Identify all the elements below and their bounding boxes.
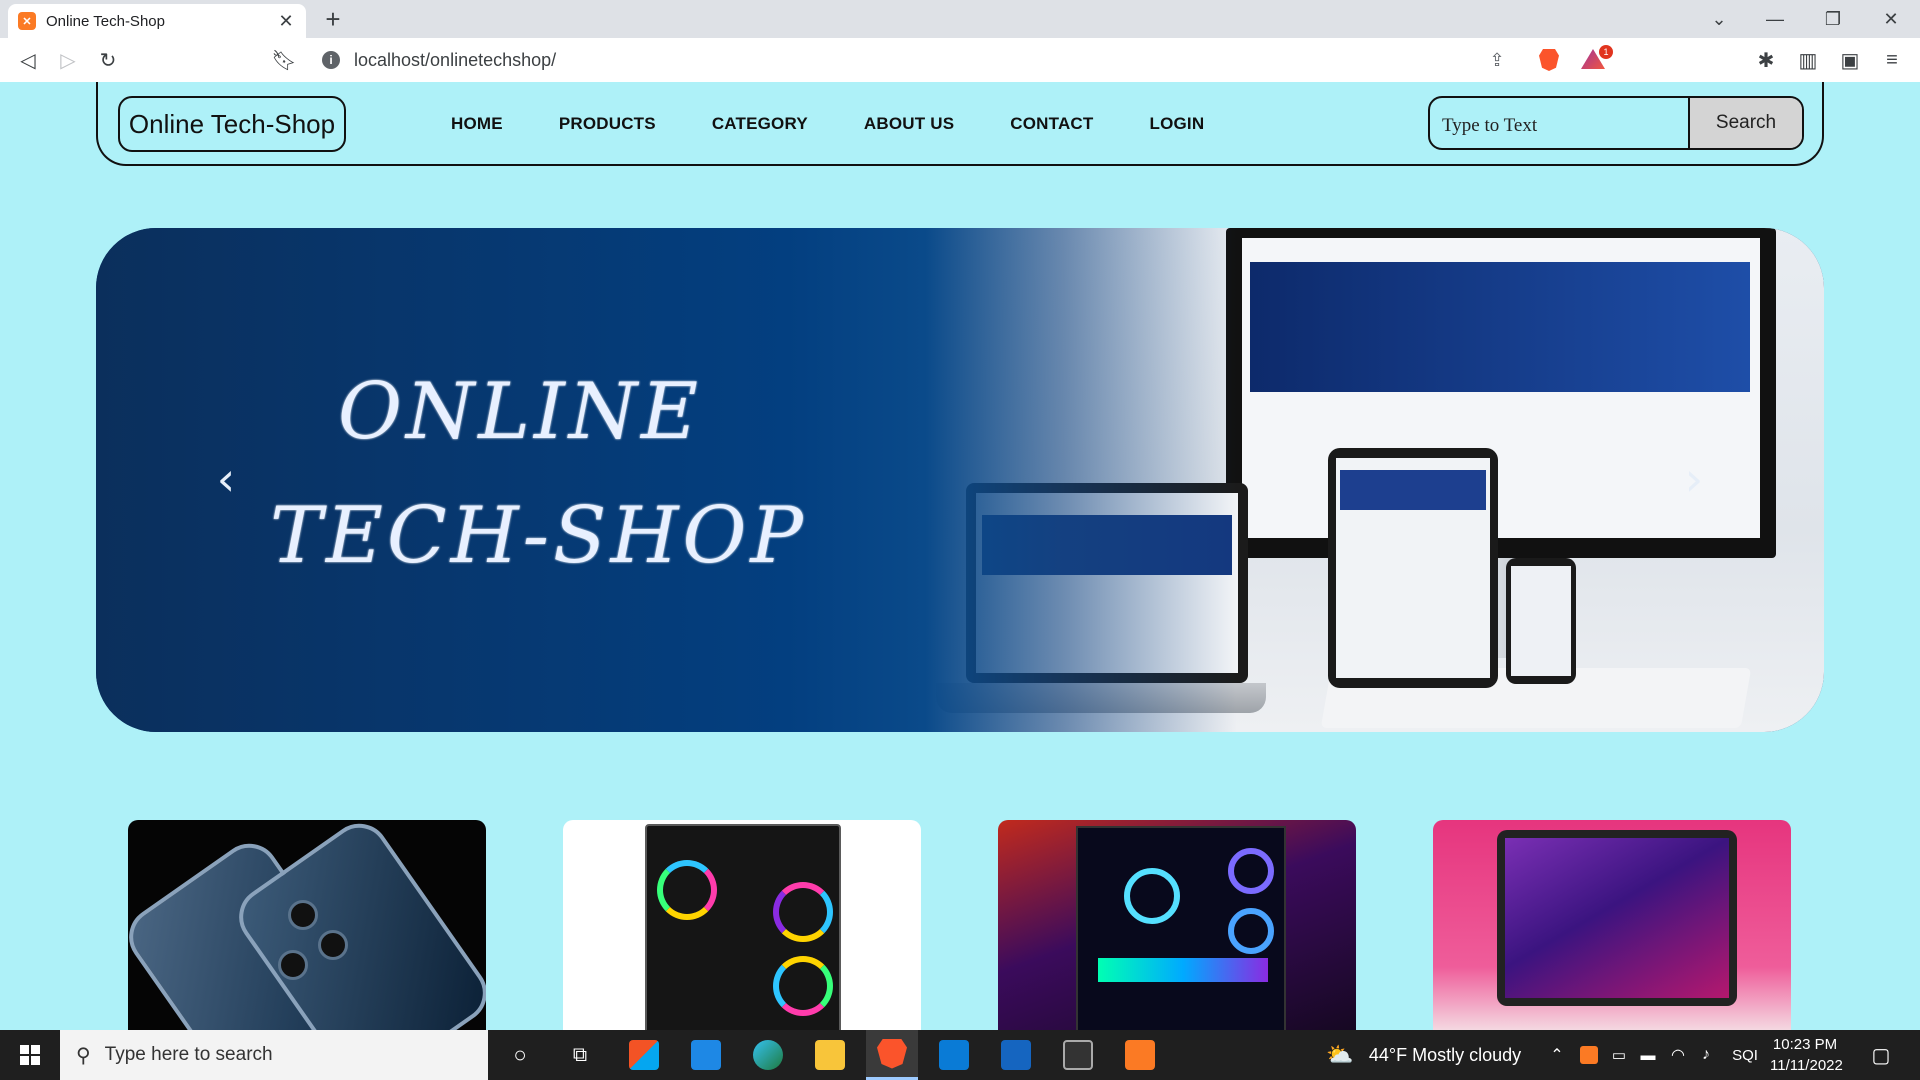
extensions-icon[interactable]: ✱ (1750, 44, 1782, 76)
share-icon[interactable]: ⇪ (1482, 42, 1512, 78)
brave-shields-icon[interactable] (1534, 42, 1564, 78)
notifications-icon[interactable]: ▢ (1858, 1030, 1904, 1080)
main-nav: HOME PRODUCTS CATEGORY ABOUT US CONTACT … (451, 114, 1204, 134)
clock[interactable]: 10:23 PM 11/11/2022 (1770, 1034, 1843, 1076)
cortana-icon[interactable]: ○ (500, 1030, 540, 1080)
search-icon: ⚲ (76, 1044, 91, 1067)
browser-tab[interactable]: ✕ Online Tech-Shop ✕ (8, 4, 306, 38)
meet-now-icon[interactable]: ▭ (1606, 1030, 1632, 1080)
url-text: localhost/onlinetechshop/ (354, 49, 557, 70)
nav-category[interactable]: CATEGORY (712, 114, 808, 134)
site-search: Search (1428, 96, 1804, 150)
browser-toolbar: ◁ ▷ ↻ 🔖︎ i localhost/onlinetechshop/ ⇪ 1… (0, 38, 1920, 82)
bookmark-icon[interactable]: 🔖︎ (268, 44, 300, 76)
address-bar[interactable]: i localhost/onlinetechshop/ ⇪ 1 (314, 42, 1613, 78)
clock-date: 11/11/2022 (1770, 1057, 1843, 1074)
browser-tab-bar: ✕ Online Tech-Shop ✕ + ⌄ — ❐ ✕ (0, 0, 1920, 38)
maximize-button[interactable]: ❐ (1806, 0, 1860, 38)
product-card-gaming-pc[interactable] (563, 820, 921, 1030)
carousel-next-icon[interactable]: › (1674, 452, 1714, 506)
search-input[interactable] (1430, 98, 1688, 148)
site-info-icon[interactable]: i (322, 51, 340, 69)
task-view-icon[interactable]: ⧉ (560, 1030, 600, 1080)
language-indicator[interactable]: SQI (1722, 1030, 1768, 1080)
mail-icon[interactable] (682, 1030, 730, 1080)
hero-title-line1: ONLINE (338, 367, 702, 457)
reload-icon[interactable]: ↻ (92, 44, 124, 76)
xampp-favicon-icon: ✕ (18, 12, 36, 30)
product-card-laptop[interactable] (1433, 820, 1791, 1030)
menu-icon[interactable]: ≡ (1876, 44, 1908, 76)
terminal-icon[interactable] (1054, 1030, 1102, 1080)
tray-chevron-icon[interactable]: ⌃ (1544, 1030, 1570, 1080)
product-card-rgb-pc[interactable] (998, 820, 1356, 1030)
carousel-prev-icon[interactable]: ‹ (206, 452, 246, 506)
taskbar: ⚲ Type here to search ○ ⧉ ⛅ 44°F Mostly … (0, 1030, 1920, 1080)
site-header: Online Tech-Shop HOME PRODUCTS CATEGORY … (96, 82, 1824, 166)
search-button[interactable]: Search (1688, 98, 1802, 148)
nav-products[interactable]: PRODUCTS (559, 114, 656, 134)
xampp-icon[interactable] (1116, 1030, 1164, 1080)
edge-icon[interactable] (744, 1030, 792, 1080)
taskbar-search[interactable]: ⚲ Type here to search (60, 1030, 488, 1080)
brave-taskbar-icon[interactable] (866, 1030, 918, 1080)
start-button[interactable] (0, 1030, 60, 1080)
forward-icon[interactable]: ▷ (52, 44, 84, 76)
nav-login[interactable]: LOGIN (1150, 114, 1205, 134)
back-icon[interactable]: ◁ (12, 44, 44, 76)
product-card-phone[interactable] (128, 820, 486, 1030)
tab-close-icon[interactable]: ✕ (276, 11, 296, 32)
new-tab-button[interactable]: + (318, 4, 348, 34)
nav-about-us[interactable]: ABOUT US (864, 114, 954, 134)
vscode-icon[interactable] (930, 1030, 978, 1080)
hero-title-line2: TECH-SHOP (270, 491, 807, 581)
nav-contact[interactable]: CONTACT (1010, 114, 1093, 134)
taskbar-search-placeholder: Type here to search (104, 1044, 273, 1065)
media-player-icon[interactable] (992, 1030, 1040, 1080)
tab-title: Online Tech-Shop (46, 12, 165, 30)
brave-rewards-icon[interactable]: 1 (1574, 42, 1614, 78)
battery-icon[interactable]: ▬ (1634, 1030, 1662, 1080)
wallet-icon[interactable]: ▣ (1834, 44, 1866, 76)
xampp-tray-icon[interactable] (1576, 1030, 1602, 1080)
sidebar-icon[interactable]: ▥ (1792, 44, 1824, 76)
site-logo[interactable]: Online Tech-Shop (118, 96, 346, 152)
weather-text[interactable]: 44°F Mostly cloudy (1362, 1030, 1528, 1080)
wifi-icon[interactable]: ◠ (1664, 1030, 1692, 1080)
tab-search-chevron-icon[interactable]: ⌄ (1692, 0, 1746, 38)
rewards-badge: 1 (1599, 45, 1613, 59)
volume-icon[interactable]: ♪ (1692, 1030, 1720, 1080)
clock-time: 10:23 PM (1772, 1036, 1838, 1053)
weather-icon[interactable]: ⛅ (1320, 1030, 1360, 1080)
windows-icon (20, 1045, 40, 1065)
minimize-button[interactable]: — (1748, 0, 1802, 38)
store-icon[interactable] (620, 1030, 668, 1080)
file-explorer-icon[interactable] (806, 1030, 854, 1080)
close-window-button[interactable]: ✕ (1864, 0, 1918, 38)
nav-home[interactable]: HOME (451, 114, 503, 134)
